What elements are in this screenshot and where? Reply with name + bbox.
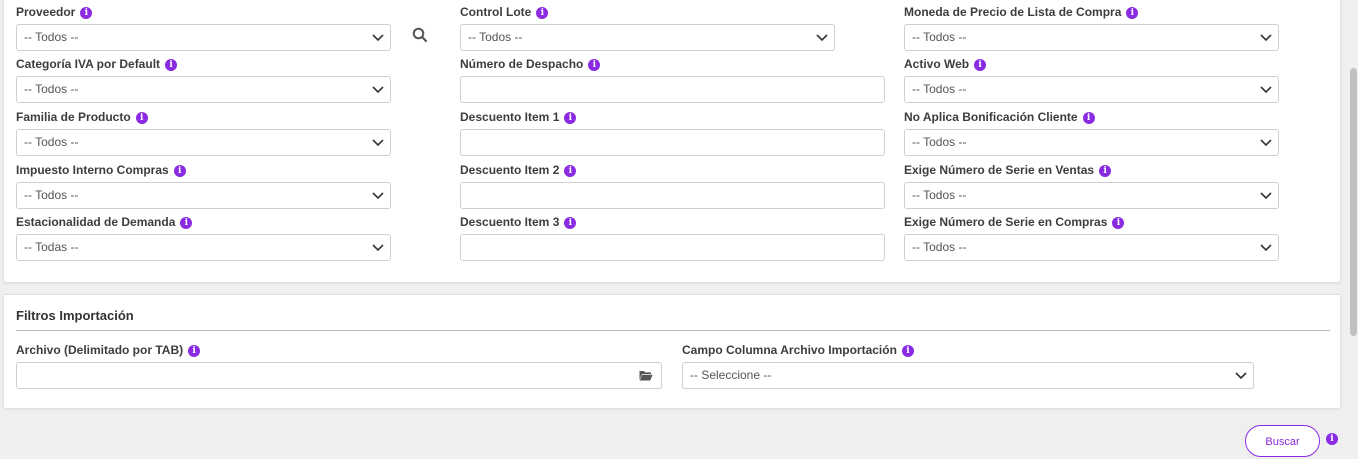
chevron-down-icon: [1260, 34, 1272, 42]
estacionalidad-select[interactable]: -- Todas --: [16, 234, 391, 261]
field-moneda: Moneda de Precio de Lista de Compra i -- …: [904, 5, 1279, 51]
info-icon[interactable]: i: [165, 58, 178, 71]
info-icon[interactable]: i: [974, 58, 987, 71]
field-label: Impuesto Interno Compras i: [16, 163, 391, 178]
field-label: Archivo (Delimitado por TAB) i: [16, 343, 662, 358]
field-impuesto-interno: Impuesto Interno Compras i -- Todos --: [16, 163, 391, 209]
descuento-item-3-input[interactable]: [460, 234, 885, 261]
proveedor-select[interactable]: -- Todos --: [16, 24, 391, 51]
section-divider: [16, 330, 1330, 331]
field-serie-compras: Exige Número de Serie en Compras i -- Tod…: [904, 215, 1279, 261]
info-icon[interactable]: i: [564, 164, 577, 177]
info-icon[interactable]: i: [80, 6, 93, 19]
chevron-down-icon: [372, 34, 384, 42]
info-icon[interactable]: i: [1082, 111, 1095, 124]
serie-compras-select[interactable]: -- Todos --: [904, 234, 1279, 261]
info-icon[interactable]: i: [588, 58, 601, 71]
buscar-button[interactable]: Buscar: [1245, 425, 1320, 457]
field-numero-despacho: Número de Despacho i: [460, 57, 885, 103]
field-estacionalidad: Estacionalidad de Demanda i -- Todas --: [16, 215, 391, 261]
archivo-file-input[interactable]: [16, 362, 662, 389]
field-label: Exige Número de Serie en Ventas i: [904, 163, 1279, 178]
field-descuento-3: Descuento Item 3i: [460, 215, 885, 261]
field-label: Proveedor i: [16, 5, 391, 20]
field-label: Categoría IVA por Default i: [16, 57, 391, 72]
categoria-iva-select[interactable]: -- Todos --: [16, 76, 391, 103]
info-icon[interactable]: i: [135, 111, 148, 124]
chevron-down-icon: [372, 86, 384, 94]
section-title: Filtros Importación: [16, 308, 134, 323]
field-label: Exige Número de Serie en Compras i: [904, 215, 1279, 230]
field-label: Estacionalidad de Demanda i: [16, 215, 391, 230]
field-label: Descuento Item 3i: [460, 215, 885, 230]
chevron-down-icon: [1260, 139, 1272, 147]
field-label: Descuento Item 2i: [460, 163, 885, 178]
field-label: Moneda de Precio de Lista de Compra i: [904, 5, 1279, 20]
no-aplica-bonificacion-select[interactable]: -- Todos --: [904, 129, 1279, 156]
field-campo-columna: Campo Columna Archivo Importación i -- Se…: [682, 343, 1254, 389]
info-icon[interactable]: i: [536, 6, 549, 19]
chevron-down-icon: [372, 244, 384, 252]
field-archivo: Archivo (Delimitado por TAB) i: [16, 343, 662, 389]
folder-open-icon[interactable]: [639, 370, 653, 381]
info-icon[interactable]: i: [1099, 164, 1112, 177]
serie-ventas-select[interactable]: -- Todos --: [904, 182, 1279, 209]
field-descuento-2: Descuento Item 2i: [460, 163, 885, 209]
info-icon[interactable]: i: [1326, 433, 1338, 445]
info-icon[interactable]: i: [188, 344, 201, 357]
field-label: Control Lote i: [460, 5, 835, 20]
field-no-aplica-bonificacion: No Aplica Bonificación Cliente i -- Todos…: [904, 110, 1279, 156]
descuento-item-1-input[interactable]: [460, 129, 885, 156]
chevron-down-icon: [372, 192, 384, 200]
chevron-down-icon: [1235, 372, 1247, 380]
scrollbar[interactable]: [1349, 0, 1358, 459]
field-activo-web: Activo Web i -- Todos --: [904, 57, 1279, 103]
impuesto-interno-select[interactable]: -- Todos --: [16, 182, 391, 209]
search-icon[interactable]: [411, 26, 429, 44]
field-familia-producto: Familia de Producto i -- Todos --: [16, 110, 391, 156]
chevron-down-icon: [816, 34, 828, 42]
field-label: Activo Web i: [904, 57, 1279, 72]
moneda-select[interactable]: -- Todos --: [904, 24, 1279, 51]
info-icon[interactable]: i: [564, 216, 577, 229]
info-icon[interactable]: i: [564, 111, 577, 124]
filters-panel: Proveedor i -- Todos -- Categoría IVA por…: [3, 0, 1341, 283]
import-filters-panel: Filtros Importación Archivo (Delimitado …: [3, 294, 1341, 409]
field-label: Familia de Producto i: [16, 110, 391, 125]
info-icon[interactable]: i: [901, 344, 914, 357]
chevron-down-icon: [372, 139, 384, 147]
field-label: Número de Despacho i: [460, 57, 885, 72]
info-icon[interactable]: i: [1112, 216, 1125, 229]
field-label: Campo Columna Archivo Importación i: [682, 343, 1254, 358]
info-icon[interactable]: i: [1126, 6, 1139, 19]
numero-despacho-input[interactable]: [460, 76, 885, 103]
scrollbar-thumb[interactable]: [1350, 68, 1357, 336]
field-control-lote: Control Lote i -- Todos --: [460, 5, 835, 51]
control-lote-select[interactable]: -- Todos --: [460, 24, 835, 51]
familia-producto-select[interactable]: -- Todos --: [16, 129, 391, 156]
activo-web-select[interactable]: -- Todos --: [904, 76, 1279, 103]
chevron-down-icon: [1260, 192, 1272, 200]
field-categoria-iva: Categoría IVA por Default i -- Todos --: [16, 57, 391, 103]
info-icon[interactable]: i: [180, 216, 193, 229]
chevron-down-icon: [1260, 86, 1272, 94]
field-descuento-1: Descuento Item 1i: [460, 110, 885, 156]
field-serie-ventas: Exige Número de Serie en Ventas i -- Todo…: [904, 163, 1279, 209]
info-icon[interactable]: i: [173, 164, 186, 177]
field-label: Descuento Item 1i: [460, 110, 885, 125]
descuento-item-2-input[interactable]: [460, 182, 885, 209]
field-label: No Aplica Bonificación Cliente i: [904, 110, 1279, 125]
field-proveedor: Proveedor i -- Todos --: [16, 5, 391, 51]
chevron-down-icon: [1260, 244, 1272, 252]
campo-columna-select[interactable]: -- Seleccione --: [682, 362, 1254, 389]
